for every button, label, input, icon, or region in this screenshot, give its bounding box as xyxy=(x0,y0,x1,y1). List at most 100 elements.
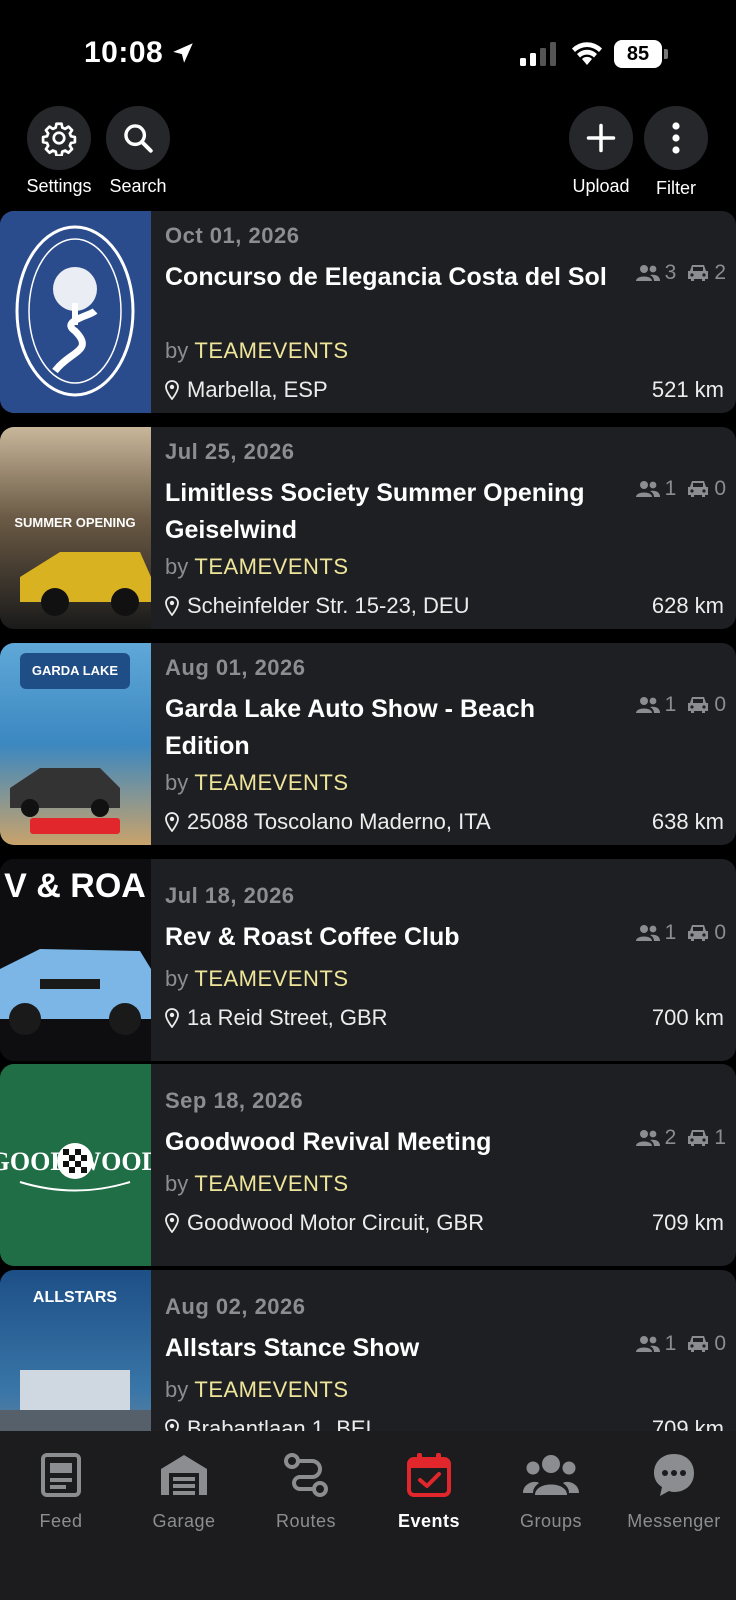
tab-feed-label: Feed xyxy=(39,1511,83,1531)
event-location: Goodwood Motor Circuit, GBR xyxy=(165,1210,484,1236)
more-vertical-icon xyxy=(672,122,680,154)
organizer-name[interactable]: TEAMEVENTS xyxy=(194,770,348,795)
settings-circle[interactable] xyxy=(27,106,91,170)
cars-count: 2 xyxy=(714,261,726,284)
thumb-title: GARDA LAKE xyxy=(32,663,119,678)
messenger-icon xyxy=(654,1454,694,1496)
upload-label: Upload xyxy=(572,176,630,196)
event-card[interactable]: GARDA LAKE Aug 01, 2026 Garda Lake Auto … xyxy=(0,643,736,845)
people-icon xyxy=(635,1130,660,1146)
event-title[interactable]: Goodwood Revival Meeting xyxy=(165,1124,615,1161)
event-card[interactable]: SUMMER OPENING Jul 25, 2026 Limitless So… xyxy=(0,427,736,629)
location-text: Brabantlaan 1, BEL xyxy=(187,1416,378,1431)
attendees-count: 2 xyxy=(664,1126,677,1149)
location-pin-icon xyxy=(165,1213,179,1233)
upload-circle[interactable] xyxy=(569,106,633,170)
event-title[interactable]: Rev & Roast Coffee Club xyxy=(165,919,615,956)
battery-cap xyxy=(664,49,668,59)
tab-routes-label: Routes xyxy=(275,1511,337,1531)
event-organizer: by TEAMEVENTS xyxy=(165,338,349,364)
event-card[interactable]: GOOD WOOD Sep 18, 2026 Goodwood Revival … xyxy=(0,1064,736,1266)
location-arrow-icon xyxy=(173,43,193,63)
event-title[interactable]: Allstars Stance Show xyxy=(165,1330,615,1367)
tab-routes-icon-wrap xyxy=(278,1449,334,1501)
event-distance: 700 km xyxy=(651,1005,724,1030)
event-title[interactable]: Garda Lake Auto Show - Beach Edition xyxy=(165,691,615,765)
tab-bar: Feed Garage Routes Events Groups Messeng… xyxy=(0,1431,736,1600)
by-label: by xyxy=(165,1171,189,1196)
event-location: Brabantlaan 1, BEL xyxy=(165,1416,378,1431)
tab-events-label: Events xyxy=(397,1511,461,1531)
summer-opening-poster: SUMMER OPENING xyxy=(0,427,151,629)
event-distance: 709 km xyxy=(651,1416,724,1431)
event-thumbnail[interactable]: SUMMER OPENING xyxy=(0,427,151,629)
event-organizer: by TEAMEVENTS xyxy=(165,966,349,992)
tab-feed[interactable]: Feed xyxy=(0,1449,122,1532)
costa-del-sol-logo xyxy=(0,211,151,413)
tab-feed-icon-wrap xyxy=(33,1449,89,1501)
event-thumbnail[interactable]: GARDA LAKE xyxy=(0,643,151,845)
organizer-name[interactable]: TEAMEVENTS xyxy=(194,554,348,579)
wifi-icon xyxy=(572,42,602,65)
by-label: by xyxy=(165,1377,189,1402)
status-bar: 10:08 85 xyxy=(0,0,736,100)
battery-indicator: 85 xyxy=(614,40,668,68)
filter-button[interactable]: Filter xyxy=(643,106,709,199)
routes-icon xyxy=(284,1453,328,1497)
event-title[interactable]: Concurso de Elegancia Costa del Sol xyxy=(165,259,615,296)
filter-circle[interactable] xyxy=(644,106,708,170)
organizer-name[interactable]: TEAMEVENTS xyxy=(194,1171,348,1196)
cars-stat: 0 xyxy=(686,477,726,501)
location-text: Goodwood Motor Circuit, GBR xyxy=(187,1210,485,1235)
tab-routes[interactable]: Routes xyxy=(245,1449,367,1532)
event-location: Marbella, ESP xyxy=(165,377,328,403)
settings-button[interactable]: Settings xyxy=(26,106,92,197)
event-distance: 709 km xyxy=(651,1210,724,1235)
organizer-name[interactable]: TEAMEVENTS xyxy=(194,338,348,363)
people-icon xyxy=(635,265,660,281)
event-card[interactable]: ALLSTARS Aug 02, 2026 Allstars Stance Sh… xyxy=(0,1270,736,1431)
organizer-name[interactable]: TEAMEVENTS xyxy=(194,1377,348,1402)
location-text: 25088 Toscolano Maderno, ITA xyxy=(187,809,491,834)
event-thumbnail[interactable]: V & ROA xyxy=(0,859,151,1061)
event-thumbnail[interactable] xyxy=(0,211,151,413)
tab-groups[interactable]: Groups xyxy=(490,1449,612,1532)
tab-events[interactable]: Events xyxy=(368,1449,490,1532)
event-title[interactable]: Limitless Society Summer Opening Geiselw… xyxy=(165,475,615,549)
location-text: Scheinfelder Str. 15-23, DEU xyxy=(187,593,470,618)
event-thumbnail[interactable]: ALLSTARS xyxy=(0,1270,151,1431)
allstars-poster: ALLSTARS xyxy=(0,1270,151,1431)
event-thumbnail[interactable]: GOOD WOOD xyxy=(0,1064,151,1266)
by-label: by xyxy=(165,966,189,991)
tab-groups-icon-wrap xyxy=(523,1449,579,1501)
organizer-name[interactable]: TEAMEVENTS xyxy=(194,966,348,991)
search-circle[interactable] xyxy=(106,106,170,170)
event-stats: 1 0 xyxy=(625,921,726,945)
event-card[interactable]: V & ROA Jul 18, 2026 Rev & Roast Coffee … xyxy=(0,859,736,1061)
event-distance: 638 km xyxy=(651,809,724,834)
battery-level: 85 xyxy=(614,40,662,68)
event-location: Scheinfelder Str. 15-23, DEU xyxy=(165,593,469,619)
by-label: by xyxy=(165,554,189,579)
attendees-stat: 1 xyxy=(635,1332,676,1356)
cars-count: 0 xyxy=(714,1332,726,1355)
car-icon xyxy=(688,925,709,941)
location-pin-icon xyxy=(165,812,179,832)
by-label: by xyxy=(165,770,189,795)
event-stats: 2 1 xyxy=(625,1126,726,1150)
event-list[interactable]: Oct 01, 2026 Concurso de Elegancia Costa… xyxy=(0,211,736,1431)
search-label: Search xyxy=(109,176,167,196)
car-icon xyxy=(688,697,709,713)
garda-lake-poster: GARDA LAKE xyxy=(0,643,151,845)
search-button[interactable]: Search xyxy=(105,106,171,197)
tab-messenger[interactable]: Messenger xyxy=(613,1449,735,1532)
event-stats: 1 0 xyxy=(625,1332,726,1356)
tab-garage[interactable]: Garage xyxy=(123,1449,245,1532)
event-distance: 628 km xyxy=(651,593,724,618)
cars-stat: 0 xyxy=(686,693,726,717)
people-icon xyxy=(635,481,660,497)
tab-messenger-icon-wrap xyxy=(646,1449,702,1501)
event-card[interactable]: Oct 01, 2026 Concurso de Elegancia Costa… xyxy=(0,211,736,413)
event-organizer: by TEAMEVENTS xyxy=(165,1377,349,1403)
upload-button[interactable]: Upload xyxy=(568,106,634,197)
